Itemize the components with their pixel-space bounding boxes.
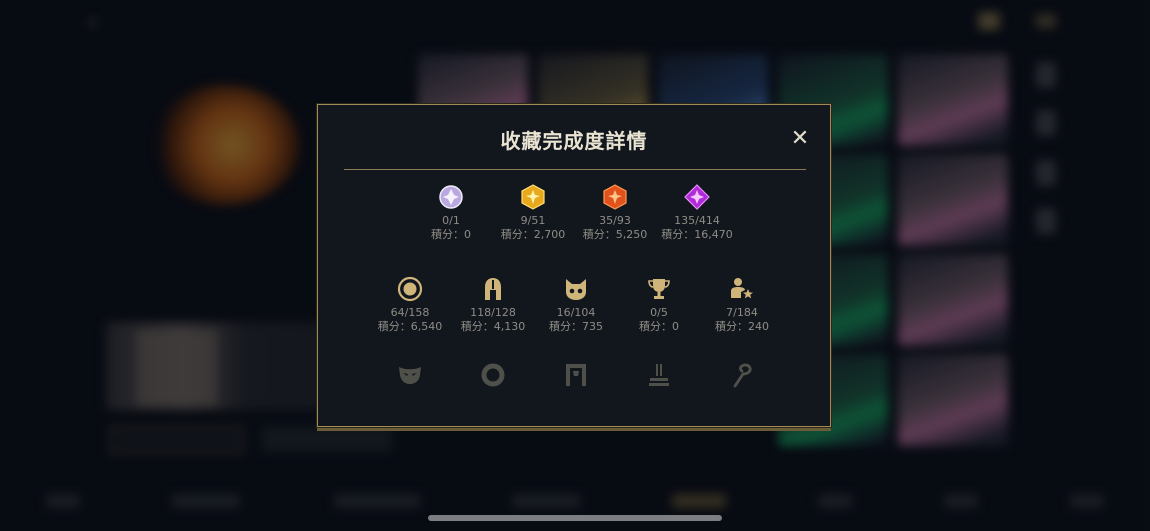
modal-title: 收藏完成度詳情: [500, 129, 648, 153]
ring-icon: [481, 363, 505, 387]
hook-icon: [733, 363, 752, 388]
close-button[interactable]: ✕: [786, 125, 814, 153]
collection-details-modal: 收藏完成度詳情 ✕ 0/1 積分：0 9/51 積分：2,700 35/93 積…: [317, 104, 831, 427]
gem-stat-purple: 135/414 積分：16,470: [647, 184, 747, 242]
purple-gem-icon: [684, 184, 710, 210]
title-divider: [344, 169, 806, 170]
frame-icon: [566, 364, 586, 386]
creature-icon: [566, 279, 586, 300]
category-stat-player: 7/184 積分：240: [692, 276, 792, 334]
gold-gem-icon: [521, 184, 545, 210]
mask-icon: [399, 367, 421, 384]
home-indicator[interactable]: [428, 515, 722, 521]
helmet-icon: [485, 278, 501, 300]
close-icon: ✕: [790, 126, 810, 151]
gem-count: 135/414: [674, 214, 720, 227]
trophy-icon: [648, 279, 670, 299]
emblem-icon: [397, 276, 423, 302]
orange-gem-icon: [603, 184, 627, 210]
category-points: 積分：240: [715, 320, 769, 333]
pedestal-icon: [649, 364, 669, 386]
player-star-icon: [731, 278, 753, 299]
category-count: 7/184: [726, 306, 758, 319]
gem-points: 積分：16,470: [661, 228, 733, 241]
white-gem-icon: [439, 185, 463, 209]
locked-category-hook: [692, 362, 792, 388]
